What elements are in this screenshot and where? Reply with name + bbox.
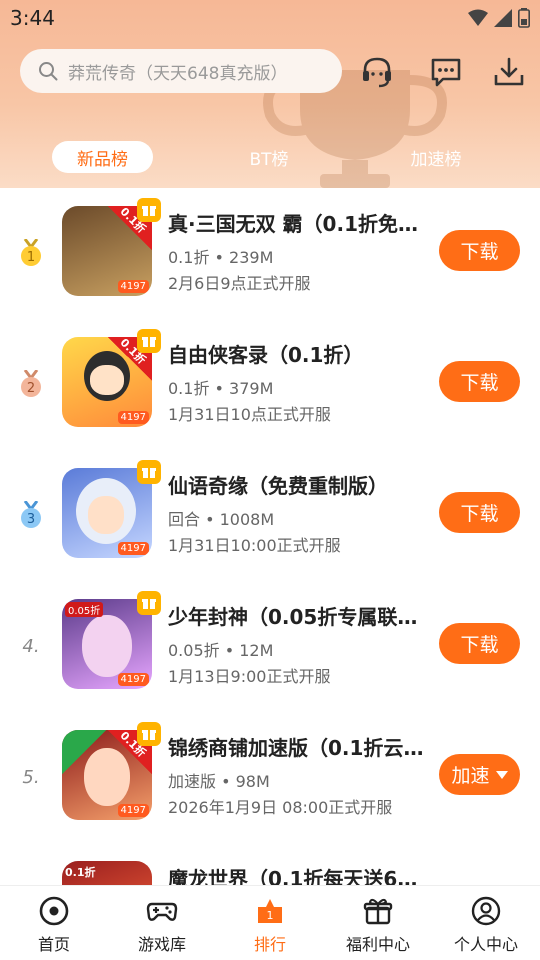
status-bar: 3:44	[0, 0, 540, 36]
tab-new-ranking[interactable]: 新品榜	[52, 141, 153, 173]
download-button[interactable]: 下载	[439, 361, 520, 402]
ranking-list[interactable]: 1 0.1折 4197 真·三国无双 霸（0.1折免费版） 0.1折 • 239…	[0, 188, 540, 885]
nav-profile[interactable]: 个人中心	[432, 886, 540, 960]
svg-text:1: 1	[267, 909, 274, 922]
ranking-icon: 1	[258, 899, 282, 923]
open-date: 2026年1月9日 08:00正式开服	[168, 798, 393, 817]
gold-medal-icon: 1	[21, 239, 41, 266]
game-meta: 加速版 • 98M	[168, 772, 270, 791]
game-title: 魔龙世界（0.1折每天送648）	[168, 867, 426, 885]
list-item[interactable]: 2 0.1折 4197 自由侠客录（0.1折） 0.1折 • 379M 1月31…	[0, 319, 540, 450]
nav-game-library-label: 游戏库	[137, 935, 186, 954]
list-item[interactable]: 5. 0.1折 4197 锦绣商铺加速版（0.1折云游版） 加速版 • 98M …	[0, 712, 540, 843]
list-item[interactable]: 0.1折 魔龙世界（0.1折每天送648）	[0, 843, 540, 885]
wifi-icon	[468, 9, 488, 26]
rank-blue-medal: 3	[16, 500, 46, 530]
nav-game-library[interactable]: 游戏库	[108, 886, 216, 960]
list-item[interactable]: 1 0.1折 4197 真·三国无双 霸（0.1折免费版） 0.1折 • 239…	[0, 188, 540, 319]
list-item[interactable]: 4. 0.05折 4197 少年封神（0.05折专属联运版） 0.05折 • 1…	[0, 581, 540, 712]
nav-welfare-center[interactable]: 福利中心	[324, 886, 432, 960]
brand-badge: 4197	[117, 673, 149, 686]
gift-badge-icon	[137, 198, 161, 222]
gift-icon	[363, 898, 393, 925]
message-icon	[431, 58, 461, 87]
messages-button[interactable]	[426, 52, 466, 92]
list-item[interactable]: 3 4197 仙语奇缘（免费重制版） 回合 • 1008M 1月31日10:00…	[0, 450, 540, 581]
nav-ranking-label: 排行	[253, 935, 286, 954]
bronze-medal-icon: 2	[21, 370, 41, 397]
nav-welfare-center-label: 福利中心	[345, 935, 410, 954]
game-title: 仙语奇缘（免费重制版）	[168, 474, 388, 498]
home-icon	[39, 896, 69, 926]
signal-icon	[494, 9, 512, 27]
gift-badge-icon	[137, 722, 161, 746]
svg-text:1: 1	[27, 250, 35, 265]
nav-home-label: 首页	[37, 935, 70, 954]
rank-gold-medal: 1	[16, 238, 46, 268]
brand-badge: 4197	[117, 280, 149, 293]
status-time: 3:44	[10, 6, 55, 30]
discount-badge: 0.1折	[65, 866, 96, 879]
open-date: 1月31日10点正式开服	[168, 405, 331, 424]
gift-badge-icon	[137, 591, 161, 615]
game-meta: 回合 • 1008M	[168, 510, 275, 529]
download-button[interactable]: 下载	[439, 230, 520, 271]
search-placeholder: 莽荒传奇（天天648真充版）	[68, 63, 288, 84]
tab-bt-ranking[interactable]: BT榜	[219, 141, 319, 173]
gift-badge-icon	[137, 329, 161, 353]
nav-profile-label: 个人中心	[453, 935, 518, 954]
app-icon[interactable]: 0.1折	[62, 861, 152, 885]
status-icons	[468, 8, 530, 28]
battery-icon	[518, 8, 530, 28]
rank-number: 5.	[22, 766, 40, 788]
accelerate-button[interactable]: 加速	[439, 754, 520, 795]
search-input[interactable]: 莽荒传奇（天天648真充版）	[20, 49, 342, 93]
game-meta: 0.1折 • 379M	[168, 379, 274, 398]
download-button[interactable]: 下载	[439, 623, 520, 664]
rank-silver-medal: 2	[16, 369, 46, 399]
game-meta: 0.1折 • 239M	[168, 248, 274, 267]
customer-service-button[interactable]	[357, 52, 397, 92]
discount-badge: 0.05折	[65, 602, 104, 617]
game-meta: 0.05折 • 12M	[168, 641, 274, 660]
download-icon	[494, 57, 524, 86]
search-icon	[39, 62, 58, 81]
game-title: 锦绣商铺加速版（0.1折云游版）	[168, 736, 426, 760]
headset-icon	[363, 57, 391, 88]
svg-text:3: 3	[27, 512, 35, 527]
open-date: 1月13日9:00正式开服	[168, 667, 331, 686]
game-title: 自由侠客录（0.1折）	[168, 343, 364, 367]
gamepad-icon	[146, 902, 178, 921]
blue-medal-icon: 3	[21, 501, 41, 528]
open-date: 1月31日10:00正式开服	[168, 536, 341, 555]
header: 3:44 莽荒传奇（天天648真充版） 新品榜 BT榜 加速榜	[0, 0, 540, 188]
brand-badge: 4197	[117, 804, 149, 817]
user-icon	[471, 896, 501, 926]
bottom-nav: 首页 游戏库 1 排行 福利中心 个人中心	[0, 885, 540, 960]
brand-badge: 4197	[117, 542, 149, 555]
game-title: 真·三国无双 霸（0.1折免费版）	[168, 212, 426, 236]
brand-badge: 4197	[117, 411, 149, 424]
caret-down-icon	[495, 770, 508, 779]
download-manager-button[interactable]	[489, 52, 529, 92]
gift-badge-icon	[137, 460, 161, 484]
nav-home[interactable]: 首页	[0, 886, 108, 960]
svg-text:2: 2	[27, 381, 35, 396]
accelerate-label: 加速	[451, 765, 490, 787]
rank-number: 4.	[22, 635, 40, 657]
open-date: 2月6日9点正式开服	[168, 274, 311, 293]
game-title: 少年封神（0.05折专属联运版）	[168, 605, 426, 629]
nav-ranking[interactable]: 1 排行	[216, 886, 324, 960]
download-button[interactable]: 下载	[439, 492, 520, 533]
tab-speed-ranking[interactable]: 加速榜	[386, 141, 486, 173]
